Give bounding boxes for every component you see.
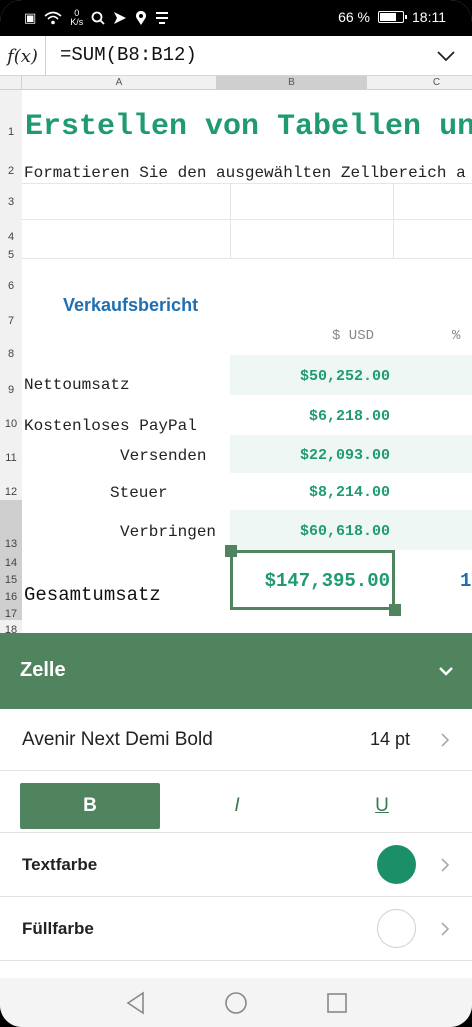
status-bar: ▣ 0 K/s 66 % 18:11 — [0, 0, 472, 36]
location-icon — [136, 11, 147, 25]
row-number[interactable]: 5 — [0, 249, 22, 261]
column-header: A B C — [0, 76, 472, 90]
usd-column-label[interactable]: $ USD — [332, 328, 374, 344]
panel-title: Zelle — [20, 659, 66, 681]
selection-handle-top-left[interactable] — [225, 545, 237, 557]
formula-input[interactable]: =SUM(B8:B12) — [60, 44, 197, 66]
item-label[interactable]: Kostenloses PayPal — [24, 417, 197, 435]
battery-percent: 66 % — [338, 9, 370, 25]
item-label[interactable]: Steuer — [110, 484, 168, 502]
search-icon — [91, 11, 105, 25]
row-number[interactable]: 2 — [0, 165, 22, 177]
cell-format-panel: Zelle Avenir Next Demi Bold 14 pt B I U … — [0, 633, 472, 978]
item-label[interactable]: Versenden — [120, 447, 206, 465]
font-row[interactable]: Avenir Next Demi Bold 14 pt — [0, 709, 472, 771]
phone-screen: ▣ 0 K/s 66 % 18:11 f(x) =SUM(B8:B12) A B … — [0, 0, 472, 1027]
row-number[interactable]: 13 — [0, 538, 22, 550]
style-row: B I U — [0, 771, 472, 833]
column-a-header[interactable]: A — [22, 76, 217, 90]
total-percent[interactable]: 1 — [460, 570, 471, 592]
function-button[interactable]: f(x) — [0, 36, 46, 76]
home-circle-icon[interactable] — [223, 990, 249, 1016]
grid-line — [393, 183, 394, 258]
chevron-down-icon[interactable] — [436, 46, 456, 66]
item-value[interactable]: $60,618.00 — [234, 523, 390, 540]
row-number[interactable]: 1 — [0, 126, 22, 138]
column-c-header[interactable]: C — [367, 76, 472, 90]
item-value[interactable]: $6,218.00 — [234, 408, 390, 425]
text-color-swatch — [377, 845, 416, 884]
row-number[interactable]: 3 — [0, 196, 22, 208]
report-title[interactable]: Verkaufsbericht — [63, 295, 198, 316]
recents-square-icon[interactable] — [324, 990, 350, 1016]
row-number[interactable]: 10 — [0, 418, 22, 430]
total-label[interactable]: Gesamtumsatz — [24, 584, 161, 606]
fill-color-label: Füllfarbe — [22, 919, 94, 938]
back-triangle-icon[interactable] — [123, 990, 149, 1016]
wifi-icon — [44, 11, 62, 25]
column-b-header[interactable]: B — [217, 76, 367, 90]
formula-bar: f(x) =SUM(B8:B12) — [0, 36, 472, 76]
font-size: 14 pt — [369, 729, 410, 749]
corner-cell[interactable] — [0, 76, 22, 90]
row-number[interactable]: 17 — [0, 608, 22, 620]
grid-line — [22, 219, 472, 220]
selection-handle-bottom-right[interactable] — [389, 604, 401, 616]
item-value[interactable]: $22,093.00 — [234, 447, 390, 464]
panel-header[interactable]: Zelle — [0, 633, 472, 709]
item-label[interactable]: Verbringen — [120, 523, 216, 541]
row-number[interactable]: 6 — [0, 280, 22, 292]
underline-button[interactable]: U — [312, 783, 452, 829]
row-number[interactable]: 18 — [0, 624, 22, 633]
text-color-row[interactable]: Textfarbe — [0, 833, 472, 897]
grid-line — [22, 183, 472, 184]
row-number[interactable]: 7 — [0, 315, 22, 327]
row-number[interactable]: 15 — [0, 574, 22, 586]
sheet-subtitle[interactable]: Formatieren Sie den ausgewählten Zellber… — [24, 164, 466, 182]
spreadsheet-grid[interactable]: 1 2 3 4 5 6 7 8 9 10 11 12 13 14 15 16 1… — [0, 90, 472, 633]
item-value[interactable]: $8,214.00 — [234, 484, 390, 501]
text-color-label: Textfarbe — [22, 855, 98, 874]
chevron-right-icon — [441, 733, 450, 747]
menu-icon — [156, 12, 169, 24]
grid-line — [230, 183, 231, 258]
row-number[interactable]: 9 — [0, 384, 22, 396]
chevron-down-icon[interactable] — [436, 661, 456, 681]
row-number[interactable]: 14 — [0, 557, 22, 569]
send-icon — [114, 12, 127, 24]
row-number[interactable]: 8 — [0, 348, 22, 360]
row-number[interactable]: 12 — [0, 486, 22, 498]
sheet-title[interactable]: Erstellen von Tabellen un — [25, 110, 472, 144]
fill-color-row[interactable]: Füllfarbe — [0, 897, 472, 961]
grid-line — [22, 258, 472, 259]
bold-button[interactable]: B — [20, 783, 160, 829]
clock: 18:11 — [412, 9, 446, 25]
speed-unit: K/s — [70, 17, 84, 27]
battery-icon — [378, 11, 407, 23]
row-number[interactable]: 11 — [0, 452, 22, 464]
cell-selection[interactable] — [230, 550, 395, 610]
font-name: Avenir Next Demi Bold — [22, 729, 213, 750]
navigation-bar — [0, 978, 472, 1027]
chevron-right-icon — [441, 858, 450, 872]
row-number[interactable]: 16 — [0, 591, 22, 603]
item-value[interactable]: $50,252.00 — [234, 368, 390, 385]
percent-column-label[interactable]: % — [452, 328, 460, 344]
row-number[interactable]: 4 — [0, 231, 22, 243]
item-label[interactable]: Nettoumsatz — [24, 376, 130, 394]
notification-icon: ▣ — [24, 10, 37, 25]
italic-button[interactable]: I — [167, 783, 307, 829]
chevron-right-icon — [441, 922, 450, 936]
fill-color-swatch — [377, 909, 416, 948]
network-speed: 0 K/s — [70, 9, 83, 27]
